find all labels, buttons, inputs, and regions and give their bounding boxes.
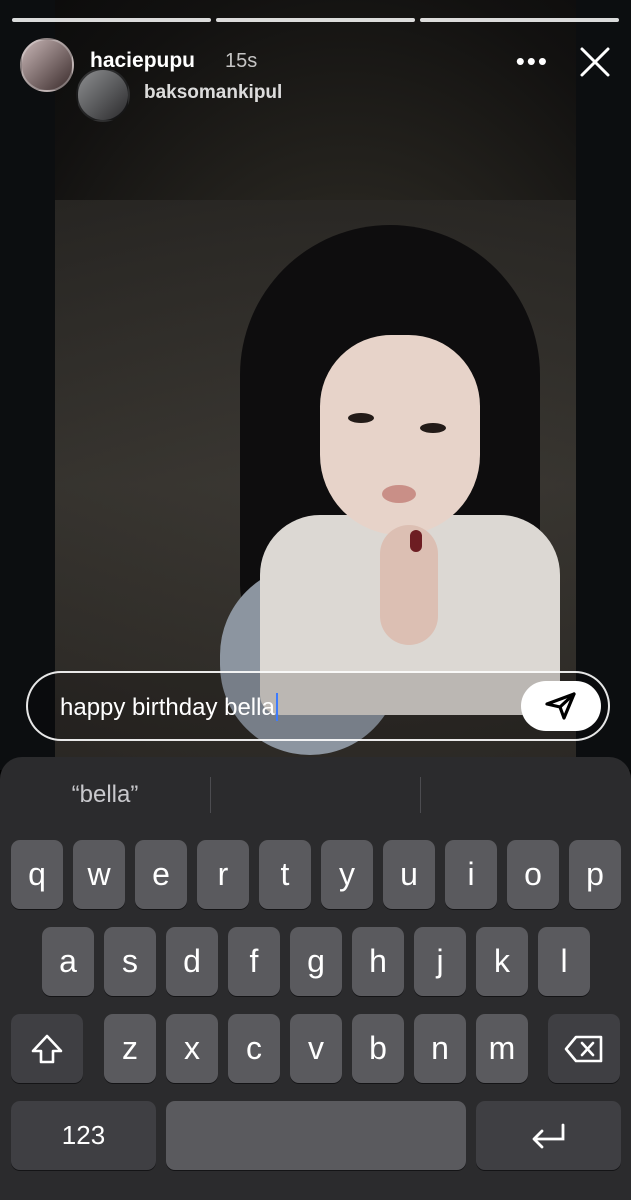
suggestion-divider [210,777,211,813]
key-h[interactable]: h [352,927,404,996]
eye [348,413,374,423]
send-button[interactable] [521,681,601,731]
key-j[interactable]: j [414,927,466,996]
photo-edge-right [576,0,631,770]
key-k[interactable]: k [476,927,528,996]
more-options-icon[interactable]: ••• [516,46,549,77]
progress-segment [12,18,211,22]
key-v[interactable]: v [290,1014,342,1083]
face [320,335,480,535]
avatar[interactable] [20,38,74,92]
lips [382,485,416,503]
key-u[interactable]: u [383,840,435,909]
key-y[interactable]: y [321,840,373,909]
key-a[interactable]: a [42,927,94,996]
send-icon [545,692,576,720]
key-z[interactable]: z [104,1014,156,1083]
numbers-key[interactable]: 123 [11,1101,156,1170]
key-i[interactable]: i [445,840,497,909]
key-o[interactable]: o [507,840,559,909]
suggestion-divider [420,777,421,813]
key-w[interactable]: w [73,840,125,909]
nail [410,530,422,552]
key-l[interactable]: l [538,927,590,996]
story-username[interactable]: haciepupu [90,49,195,73]
repost-username[interactable]: baksomankipul [144,82,282,104]
key-e[interactable]: e [135,840,187,909]
keyboard: “bella” q w e r t y u i o p a s d f g h … [0,757,631,1200]
backspace-icon [564,1035,603,1062]
story-progress [12,18,619,22]
reply-input[interactable]: happy birthday bella [26,671,610,741]
repost-avatar[interactable] [76,68,130,122]
reply-text-wrap: happy birthday bella [60,693,278,722]
key-f[interactable]: f [228,927,280,996]
key-r[interactable]: r [197,840,249,909]
return-key[interactable] [476,1101,621,1170]
suggestion-1[interactable]: “bella” [0,775,210,815]
key-q[interactable]: q [11,840,63,909]
eye [420,423,446,433]
key-n[interactable]: n [414,1014,466,1083]
story-time: 15s [225,50,258,72]
progress-segment [216,18,415,22]
backspace-key[interactable] [548,1014,620,1083]
suggestion-bar: “bella” [0,775,631,815]
key-d[interactable]: d [166,927,218,996]
key-b[interactable]: b [352,1014,404,1083]
text-caret [275,693,278,721]
key-c[interactable]: c [228,1014,280,1083]
hand [380,525,438,645]
key-g[interactable]: g [290,927,342,996]
close-icon[interactable] [577,44,613,80]
key-t[interactable]: t [259,840,311,909]
key-m[interactable]: m [476,1014,528,1083]
progress-segment [420,18,619,22]
space-key[interactable] [166,1101,466,1170]
key-s[interactable]: s [104,927,156,996]
return-icon [532,1123,564,1148]
photo-edge-left [0,0,55,770]
shift-key[interactable] [11,1014,83,1083]
key-p[interactable]: p [569,840,621,909]
reply-text: happy birthday bella [60,694,275,721]
key-x[interactable]: x [166,1014,218,1083]
shift-icon [31,1034,63,1063]
story-header: haciepupu 15s baksomankipul ••• [20,38,619,122]
